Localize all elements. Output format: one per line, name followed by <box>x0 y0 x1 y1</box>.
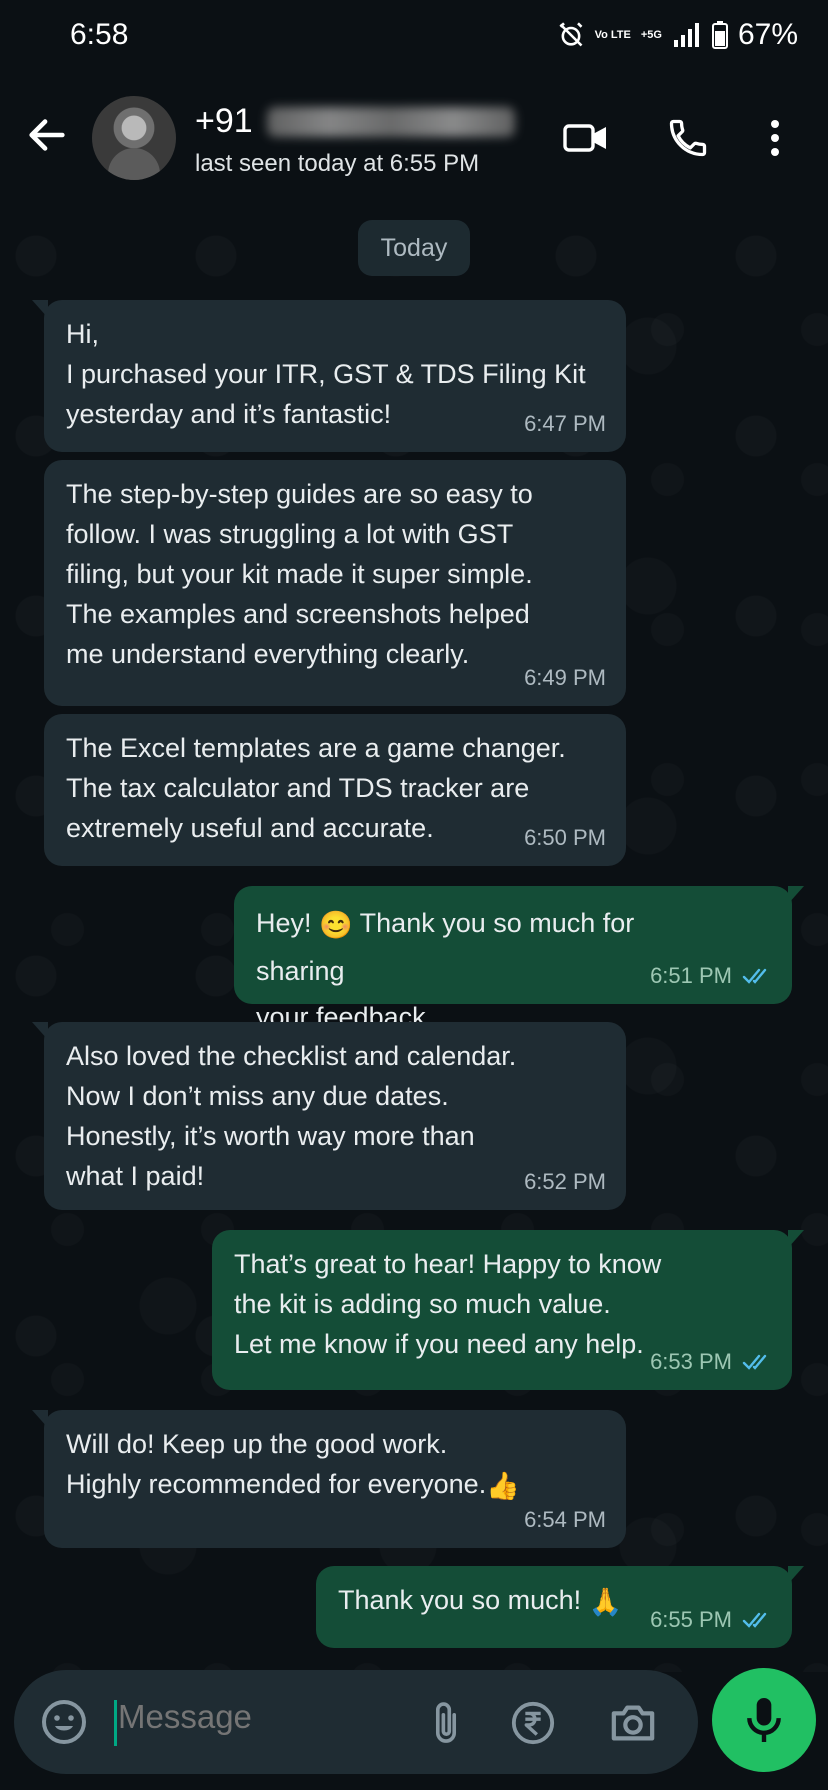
incoming-message[interactable]: The step-by-step guides are so easy to f… <box>44 460 626 706</box>
contact-prefix: +91 <box>195 102 253 140</box>
voice-call-icon[interactable] <box>664 116 712 160</box>
folded-hands-emoji: 🙏 <box>588 1586 623 1617</box>
message-list[interactable]: Today Hi, I purchased your ITR, GST & TD… <box>0 202 828 1672</box>
camera-icon[interactable] <box>608 1700 658 1746</box>
incoming-message[interactable]: Also loved the checklist and calendar. N… <box>32 1022 626 1210</box>
message-meta: 6:49 PM <box>524 658 606 698</box>
redacted-number <box>266 106 515 137</box>
microphone-icon <box>747 1698 781 1742</box>
incoming-message[interactable]: The Excel templates are a game changer. … <box>44 714 626 866</box>
contact-avatar[interactable] <box>92 96 176 180</box>
message-time: 6:53 PM <box>650 1349 732 1374</box>
message-time: 6:54 PM <box>524 1507 606 1532</box>
message-time: 6:49 PM <box>524 665 606 690</box>
thumbs-up-emoji: 👍 <box>486 1470 520 1501</box>
date-separator: Today <box>358 220 470 276</box>
status-icons: Vo LTE +5G 67% <box>557 18 798 52</box>
incoming-message[interactable]: Will do! Keep up the good work. Highly r… <box>32 1410 626 1548</box>
message-meta: 6:54 PM <box>524 1500 606 1540</box>
last-seen-status: last seen today at 6:55 PM <box>195 150 480 177</box>
text-cursor <box>114 1700 117 1746</box>
message-time: 6:50 PM <box>524 825 606 850</box>
incoming-message[interactable]: Hi, I purchased your ITR, GST & TDS Fili… <box>32 300 626 452</box>
outgoing-message[interactable]: Hey! 😊 Thank you so much for sharing you… <box>234 886 804 1032</box>
signal-icon <box>673 23 699 47</box>
message-time: 6:51 PM <box>650 963 732 988</box>
voice-message-button[interactable] <box>712 1668 816 1772</box>
emoji-icon[interactable] <box>40 1698 88 1746</box>
5g-indicator: +5G <box>640 28 662 41</box>
message-time: 6:47 PM <box>524 411 606 436</box>
message-time: 6:55 PM <box>650 1607 732 1632</box>
message-text: Hey! 😊 Thank you so much for sharing you… <box>256 900 662 1040</box>
alarm-off-icon <box>559 22 582 47</box>
outgoing-message[interactable]: That’s great to hear! Happy to know the … <box>212 1230 804 1390</box>
payment-rupee-icon[interactable] <box>510 1700 556 1746</box>
outgoing-message[interactable]: Thank you so much! 🙏 6:55 PM <box>316 1566 804 1648</box>
message-time: 6:52 PM <box>524 1169 606 1194</box>
chat-header: +91 last seen today at 6:55 PM <box>0 72 828 202</box>
battery-percentage: 67% <box>737 18 798 51</box>
status-bar: 6:58 Vo LTE +5G 67% <box>0 0 828 72</box>
battery-icon <box>711 21 728 49</box>
back-arrow-icon[interactable] <box>24 112 70 158</box>
attachment-icon[interactable] <box>426 1700 466 1746</box>
message-input[interactable] <box>118 1698 398 1736</box>
read-receipt-icon <box>742 968 767 984</box>
message-text: The step-by-step guides are so easy to f… <box>66 479 533 669</box>
volte-indicator: Vo LTE <box>594 28 631 41</box>
smiling-face-emoji: 😊 <box>319 909 353 940</box>
video-call-icon[interactable] <box>562 116 610 160</box>
message-meta: 6:52 PM <box>524 1162 606 1202</box>
more-options-icon[interactable] <box>760 116 790 160</box>
message-meta: 6:55 PM <box>650 1600 772 1640</box>
message-text: Will do! Keep up the good work. Highly r… <box>66 1424 604 1506</box>
message-meta: 6:53 PM <box>650 1342 772 1382</box>
status-time: 6:58 <box>70 18 129 51</box>
contact-name[interactable]: +91 <box>195 102 515 141</box>
message-meta: 6:51 PM <box>650 956 772 996</box>
message-meta: 6:50 PM <box>524 818 606 858</box>
message-meta: 6:47 PM <box>524 404 606 444</box>
message-composer <box>14 1670 698 1774</box>
read-receipt-icon <box>742 1354 767 1370</box>
read-receipt-icon <box>742 1612 767 1628</box>
